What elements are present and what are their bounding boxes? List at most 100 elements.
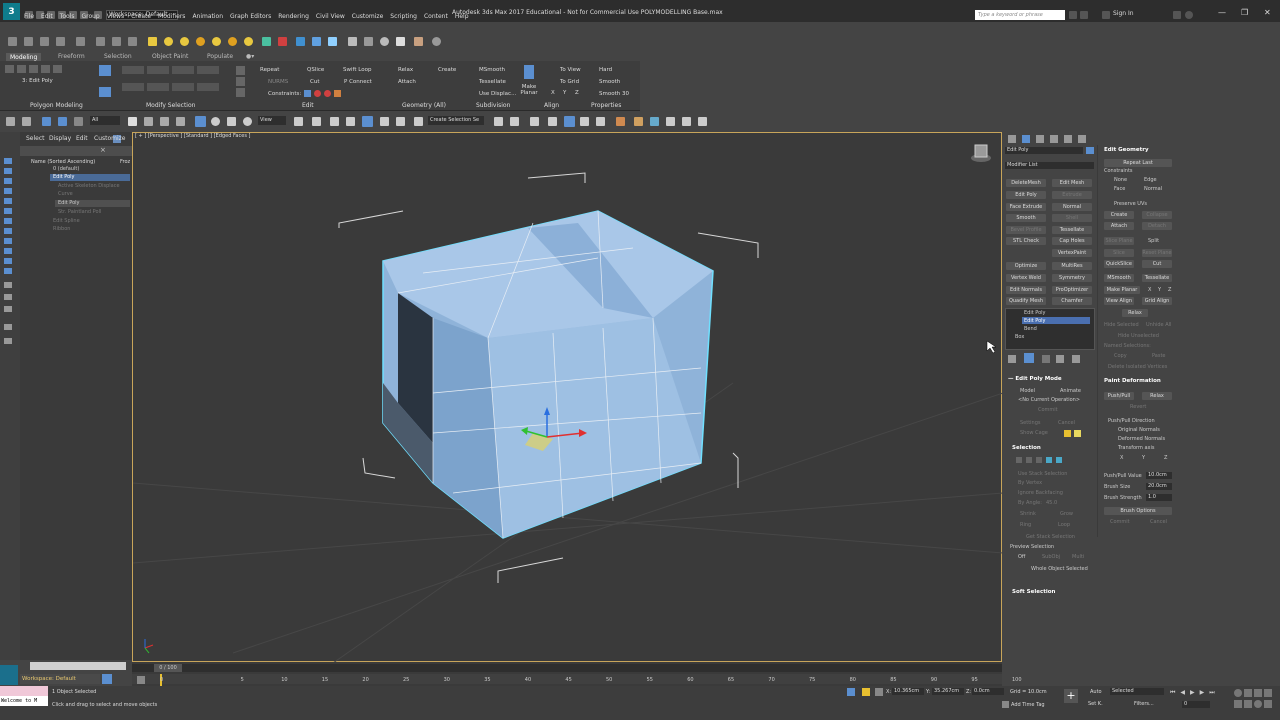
align-y-button[interactable]: Y [563, 90, 566, 96]
commit-button[interactable]: Commit [1038, 407, 1058, 413]
show-end-result-stack-icon[interactable] [1024, 353, 1034, 363]
angle-snap-icon[interactable] [362, 116, 373, 127]
align-x-button[interactable]: X [551, 90, 555, 96]
use-displacement-button[interactable]: Use Displac... [479, 91, 516, 97]
edit-mesh-button[interactable]: Edit Mesh [1052, 179, 1092, 187]
tessellate-modifier-button[interactable]: Tessellate [1052, 226, 1092, 234]
cage-selected-color-swatch[interactable] [1074, 430, 1081, 437]
push-pull-value-field[interactable]: 10.0cm [1146, 472, 1172, 479]
edge-level-icon[interactable] [1026, 457, 1032, 463]
ring-icon[interactable] [197, 66, 219, 74]
select-similar-icon[interactable] [172, 82, 194, 91]
tweak-icon[interactable] [236, 77, 245, 86]
explorer-menu-customize[interactable]: Customize [94, 135, 126, 142]
constraint-face-icon[interactable] [324, 90, 331, 97]
explorer-item[interactable]: Edit Poly [58, 200, 80, 206]
selection-title[interactable]: Selection [1012, 445, 1041, 451]
attach-geometry-button[interactable]: Attach [1104, 222, 1134, 230]
menu-file[interactable]: File [24, 13, 34, 20]
chamfer-button[interactable]: Chamfer [1052, 297, 1092, 305]
pin-stack-icon[interactable] [1008, 355, 1016, 363]
menu-create[interactable]: Create [131, 13, 151, 20]
display-groups-icon[interactable] [4, 218, 12, 224]
zoom-extents-icon[interactable] [1254, 689, 1262, 697]
menu-help[interactable]: Help [455, 13, 469, 20]
preserve-uvs-checkbox[interactable]: Preserve UVs [1114, 201, 1147, 207]
polygon-level-icon[interactable] [1046, 457, 1052, 463]
reference-coordinate-dropdown[interactable]: View [258, 116, 286, 125]
delete-isolated-checkbox[interactable]: Delete Isolated Vertices [1108, 364, 1167, 370]
current-frame-field[interactable]: 0 [1182, 701, 1210, 708]
edit-poly-button[interactable]: Edit Poly [1006, 191, 1046, 199]
layer-explorer-toggle-icon[interactable] [102, 674, 112, 684]
maxscript-mini-listener[interactable]: Welcome to M [0, 696, 48, 706]
mirror-tool-icon[interactable] [494, 117, 503, 126]
object-color-swatch[interactable] [1086, 147, 1094, 154]
preview-off-radio[interactable]: Off [1018, 554, 1025, 560]
search-input[interactable]: Type a keyword or phrase [975, 10, 1065, 20]
edit-normals-button[interactable]: Edit Normals [1006, 286, 1046, 294]
quickslice-button[interactable]: QuickSlice [1104, 260, 1134, 268]
toggle-scene-explorer-icon[interactable] [530, 117, 539, 126]
hard-button[interactable]: Hard [599, 67, 612, 73]
menu-tools[interactable]: Tools [60, 13, 75, 20]
brush-size-field[interactable]: 20.0cm [1146, 483, 1172, 490]
slice-plane-button[interactable]: Slice Plane [1104, 237, 1134, 245]
play-icon[interactable]: ▶ [1190, 689, 1195, 697]
multires-button[interactable]: MultiRes [1052, 262, 1092, 270]
preserve-uvs-icon[interactable] [236, 66, 245, 75]
optimize-button[interactable]: Optimize [1006, 262, 1046, 270]
group-geometry-all[interactable]: Geometry (All) [402, 102, 446, 109]
search-icon[interactable] [1069, 11, 1077, 19]
commit-paint-button[interactable]: Commit [1110, 519, 1130, 525]
display-containers-icon[interactable] [4, 248, 12, 254]
by-angle-checkbox[interactable]: By Angle: [1018, 500, 1042, 506]
select-by-name-tool-icon[interactable] [144, 117, 153, 126]
select-by-name-icon[interactable] [96, 37, 105, 46]
relax-geometry-button[interactable]: Relax [1122, 309, 1148, 317]
explorer-item[interactable]: Curve [58, 191, 73, 197]
menu-modifiers[interactable]: Modifiers [158, 13, 185, 20]
explorer-menu-select[interactable]: Select [26, 135, 45, 142]
render-cloud-icon[interactable] [682, 117, 691, 126]
schematic-icon[interactable] [380, 37, 389, 46]
menu-content[interactable]: Content [424, 13, 448, 20]
delete-mesh-button[interactable]: DeleteMesh [1006, 179, 1046, 187]
border-level-icon[interactable] [1036, 457, 1042, 463]
display-invert-icon[interactable] [4, 306, 12, 312]
menu-graph-editors[interactable]: Graph Editors [230, 13, 271, 20]
absolute-mode-icon[interactable] [875, 688, 883, 696]
shrink-icon[interactable] [147, 66, 169, 74]
display-helpers-icon[interactable] [4, 198, 12, 204]
field-of-view-icon[interactable] [1234, 700, 1242, 708]
edge-mode-icon[interactable] [17, 65, 26, 73]
stack-item[interactable]: Edit Poly [1024, 310, 1046, 316]
align-tool-icon[interactable] [510, 117, 519, 126]
repeat-last-button[interactable]: Repeat Last [1104, 159, 1172, 167]
render-setup-icon[interactable] [414, 37, 423, 46]
render-setup-tool-icon[interactable] [634, 117, 643, 126]
create-tab-icon[interactable] [1008, 135, 1016, 143]
skylight-icon[interactable] [212, 37, 221, 46]
unlink-icon[interactable] [24, 37, 33, 46]
display-all-icon[interactable] [4, 282, 12, 288]
sphere-icon[interactable] [180, 37, 189, 46]
space-warp-icon[interactable] [278, 37, 287, 46]
paint-deformation-title[interactable]: Paint Deformation [1104, 378, 1161, 384]
filter-icon[interactable] [4, 324, 12, 330]
ignore-backfacing-checkbox[interactable]: Ignore Backfacing [1018, 490, 1063, 496]
constraint-normal-icon[interactable] [334, 90, 341, 97]
explorer-item-selected[interactable]: Edit Poly [53, 174, 75, 180]
redo-arrow-icon[interactable] [22, 117, 31, 126]
vertex-mode-icon[interactable] [5, 65, 14, 73]
set-key-button[interactable]: Set K. [1088, 701, 1103, 707]
rendered-frame-window-icon[interactable] [650, 117, 659, 126]
isolate-selection-icon[interactable] [847, 688, 855, 696]
grow-button[interactable]: Grow [1060, 511, 1073, 517]
window-crossing-icon[interactable] [128, 37, 137, 46]
rotate-tool-icon[interactable] [211, 117, 220, 126]
menu-views[interactable]: Views [107, 13, 124, 20]
select-filter-icon[interactable] [56, 37, 65, 46]
planar-z-button[interactable]: Z [1168, 287, 1171, 293]
group-properties[interactable]: Properties [591, 102, 621, 109]
